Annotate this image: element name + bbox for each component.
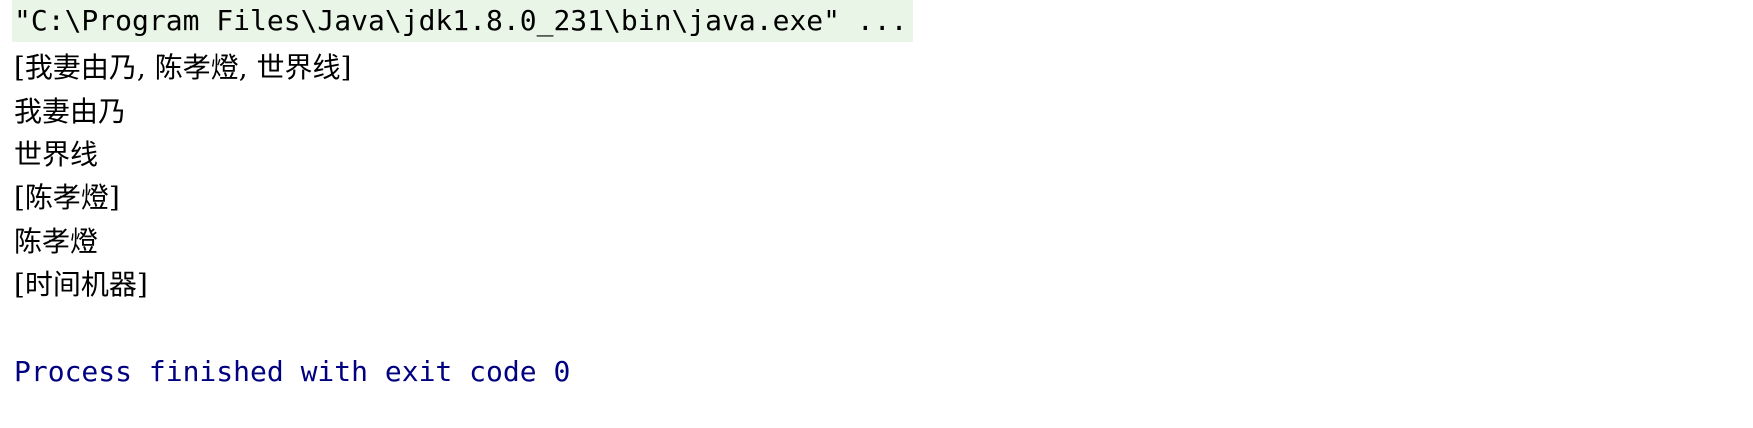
command-line: "C:\Program Files\Java\jdk1.8.0_231\bin\… [12,0,914,42]
output-line: 陈孝燈 [14,225,99,258]
output-line: 世界线 [14,138,99,171]
run-console-output: "C:\Program Files\Java\jdk1.8.0_231\bin\… [0,0,1753,428]
output-line: [陈孝燈] [14,181,120,214]
output-line: [我妻由乃, 陈孝燈, 世界线] [14,51,352,84]
output-line: 我妻由乃 [14,95,127,128]
process-finished-message: Process finished with exit code 0 [14,355,571,388]
output-line: [时间机器] [14,268,148,301]
